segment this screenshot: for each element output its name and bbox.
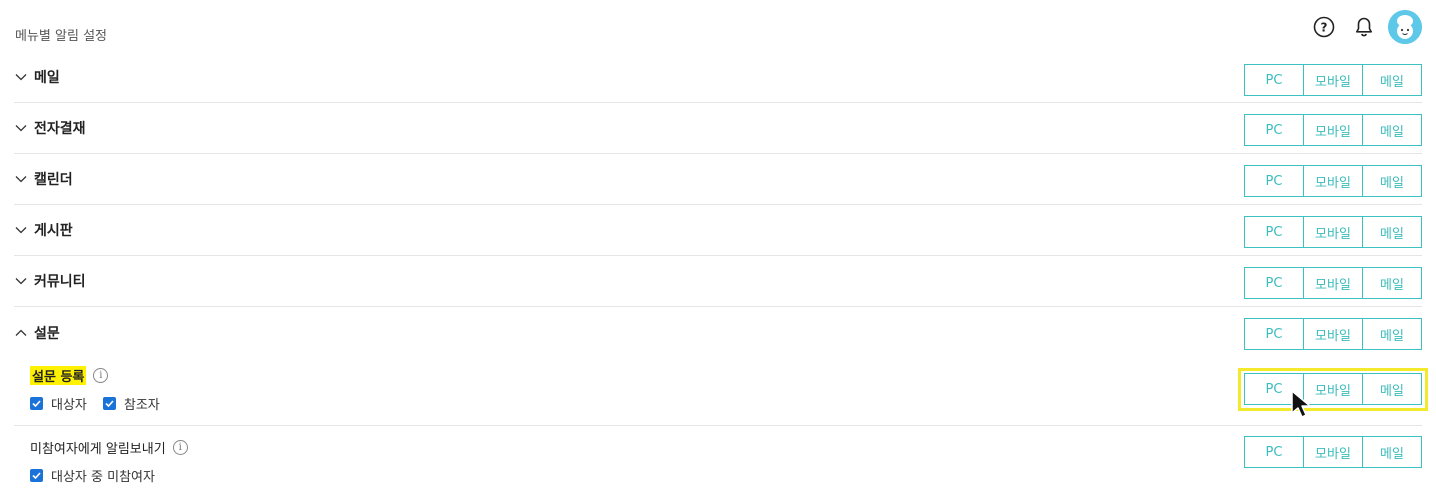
notify-toggle-group: PC 모바일 메일 [1244,114,1422,146]
pc-toggle-button[interactable]: PC [1244,436,1304,468]
section-toggle-approval[interactable]: 전자결재 [14,103,86,153]
pc-toggle-button[interactable]: PC [1244,267,1304,299]
mail-toggle-button[interactable]: 메일 [1363,267,1422,299]
section-row-mail: 메일 PC 모바일 메일 [14,52,1422,103]
mail-toggle-button[interactable]: 메일 [1363,114,1422,146]
chevron-down-icon [14,121,28,135]
mail-toggle-button[interactable]: 메일 [1363,165,1422,197]
divider [14,425,1422,426]
section-toggle-survey[interactable]: 설문 [14,307,60,358]
notify-toggle-group: PC 모바일 메일 [1244,436,1422,468]
section-label: 게시판 [34,223,73,239]
svg-text:?: ? [1321,21,1328,35]
section-label: 전자결재 [34,121,86,137]
sub-item-title: 설문 등록 [30,366,87,385]
checkbox-cc[interactable]: 참조자 [102,394,160,413]
check-icon [30,469,43,482]
section-row-calendar: 캘린더 PC 모바일 메일 [14,154,1422,205]
check-icon [102,397,116,410]
checkbox-non-participant[interactable]: 대상자 중 미참여자 [30,466,155,485]
mobile-toggle-button[interactable]: 모바일 [1304,318,1363,350]
notify-toggle-group: PC 모바일 메일 [1244,165,1422,197]
section-row-approval: 전자결재 PC 모바일 메일 [14,103,1422,154]
section-toggle-calendar[interactable]: 캘린더 [14,154,73,204]
mouse-pointer-icon [1290,389,1318,425]
chevron-down-icon [14,223,28,237]
mobile-toggle-button[interactable]: 모바일 [1304,64,1363,96]
check-icon [30,397,43,410]
mail-toggle-button[interactable]: 메일 [1363,216,1422,248]
notify-toggle-group: PC 모바일 메일 [1244,216,1422,248]
mail-toggle-button[interactable]: 메일 [1363,436,1422,468]
mail-toggle-button[interactable]: 메일 [1363,373,1422,405]
mail-toggle-button[interactable]: 메일 [1363,318,1422,350]
notify-toggle-group: PC 모바일 메일 [1244,318,1422,350]
pc-toggle-button[interactable]: PC [1244,64,1304,96]
section-toggle-board[interactable]: 게시판 [14,205,73,255]
info-icon[interactable]: i [172,440,188,455]
notify-toggle-group: PC 모바일 메일 [1244,64,1422,96]
section-label: 설문 [34,325,60,342]
page-title: 메뉴별 알림 설정 [15,29,107,44]
info-icon[interactable]: i [93,368,109,383]
checkbox-label: 대상자 중 미참여자 [51,470,155,485]
section-label: 커뮤니티 [34,274,86,290]
avatar-icon[interactable] [1388,10,1422,44]
mobile-toggle-button[interactable]: 모바일 [1304,114,1363,146]
section-row-board: 게시판 PC 모바일 메일 [14,205,1422,256]
section-toggle-mail[interactable]: 메일 [14,52,60,102]
top-toolbar: ? [1304,10,1422,44]
pc-toggle-button[interactable]: PC [1244,318,1304,350]
section-toggle-community[interactable]: 커뮤니티 [14,256,86,306]
chevron-down-icon [14,172,28,186]
sub-item-title: 미참여자에게 알림보내기 [30,442,166,457]
section-label: 캘린더 [34,172,73,188]
pc-toggle-button[interactable]: PC [1244,216,1304,248]
pc-toggle-button[interactable]: PC [1244,165,1304,197]
chevron-down-icon [14,274,28,288]
survey-item-register: 설문 등록 i 대상자 참조자 [30,366,176,413]
checkbox-target[interactable]: 대상자 [30,394,87,413]
chevron-up-icon [14,326,28,340]
checkbox-label: 참조자 [123,398,160,413]
bell-icon[interactable] [1344,11,1384,43]
pc-toggle-button[interactable]: PC [1244,114,1304,146]
chevron-down-icon [14,70,28,84]
mail-toggle-button[interactable]: 메일 [1363,64,1422,96]
section-row-survey: 설문 PC 모바일 메일 [14,307,1422,358]
mobile-toggle-button[interactable]: 모바일 [1304,165,1363,197]
section-row-community: 커뮤니티 PC 모바일 메일 [14,256,1422,307]
notify-toggle-group: PC 모바일 메일 [1244,267,1422,299]
mobile-toggle-button[interactable]: 모바일 [1304,436,1363,468]
question-circle-icon[interactable]: ? [1304,11,1344,43]
section-label: 메일 [34,70,60,86]
notify-toggle-group: PC 모바일 메일 [1244,373,1422,405]
mobile-toggle-button[interactable]: 모바일 [1304,216,1363,248]
mobile-toggle-button[interactable]: 모바일 [1304,267,1363,299]
checkbox-label: 대상자 [51,398,87,413]
survey-item-remind: 미참여자에게 알림보내기 i 대상자 중 미참여자 [30,438,188,485]
header: 메뉴별 알림 설정 ? [0,0,1436,56]
